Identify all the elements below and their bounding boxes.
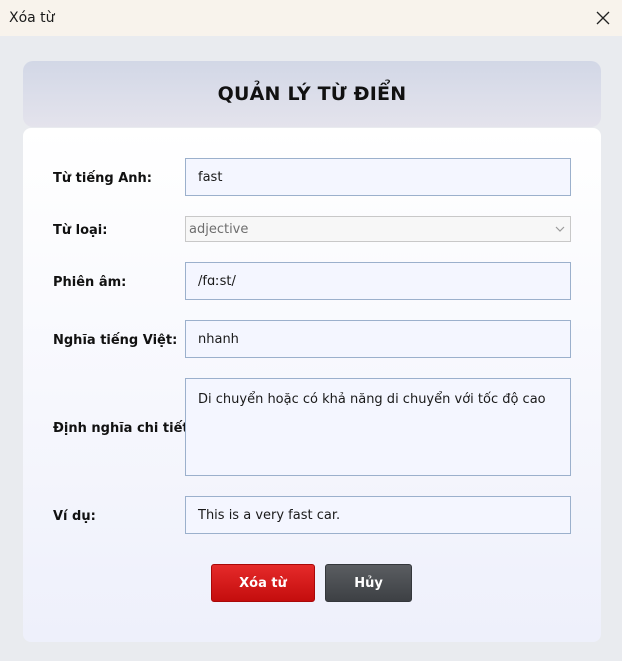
word-type-label: Từ loại: — [53, 223, 108, 238]
chevron-down-icon — [554, 223, 566, 235]
english-word-input[interactable]: fast — [185, 158, 571, 196]
close-icon[interactable] — [592, 7, 614, 29]
word-type-value: adjective — [189, 221, 249, 237]
example-input[interactable]: This is a very fast car. — [185, 496, 571, 534]
cancel-button[interactable]: Hủy — [325, 564, 412, 602]
title-bar: Xóa từ — [0, 0, 622, 36]
form-panel: Từ tiếng Anh: fast Từ loại: adjective Ph… — [23, 128, 601, 642]
pronunciation-input[interactable]: /fɑːst/ — [185, 262, 571, 300]
pronunciation-label: Phiên âm: — [53, 275, 127, 290]
detailed-definition-textarea[interactable]: Di chuyển hoặc có khả năng di chuyển với… — [185, 378, 571, 476]
window-title: Xóa từ — [9, 10, 55, 26]
vietnamese-meaning-input[interactable]: nhanh — [185, 320, 571, 358]
example-label: Ví dụ: — [53, 509, 96, 524]
delete-word-button[interactable]: Xóa từ — [211, 564, 315, 602]
word-type-select[interactable]: adjective — [185, 216, 571, 242]
vietnamese-meaning-label: Nghĩa tiếng Việt: — [53, 333, 178, 348]
english-word-label: Từ tiếng Anh: — [53, 171, 152, 186]
page-title: QUẢN LÝ TỪ ĐIỂN — [217, 83, 407, 105]
header-panel: QUẢN LÝ TỪ ĐIỂN — [23, 61, 601, 127]
detailed-definition-label: Định nghĩa chi tiết: — [53, 421, 194, 436]
